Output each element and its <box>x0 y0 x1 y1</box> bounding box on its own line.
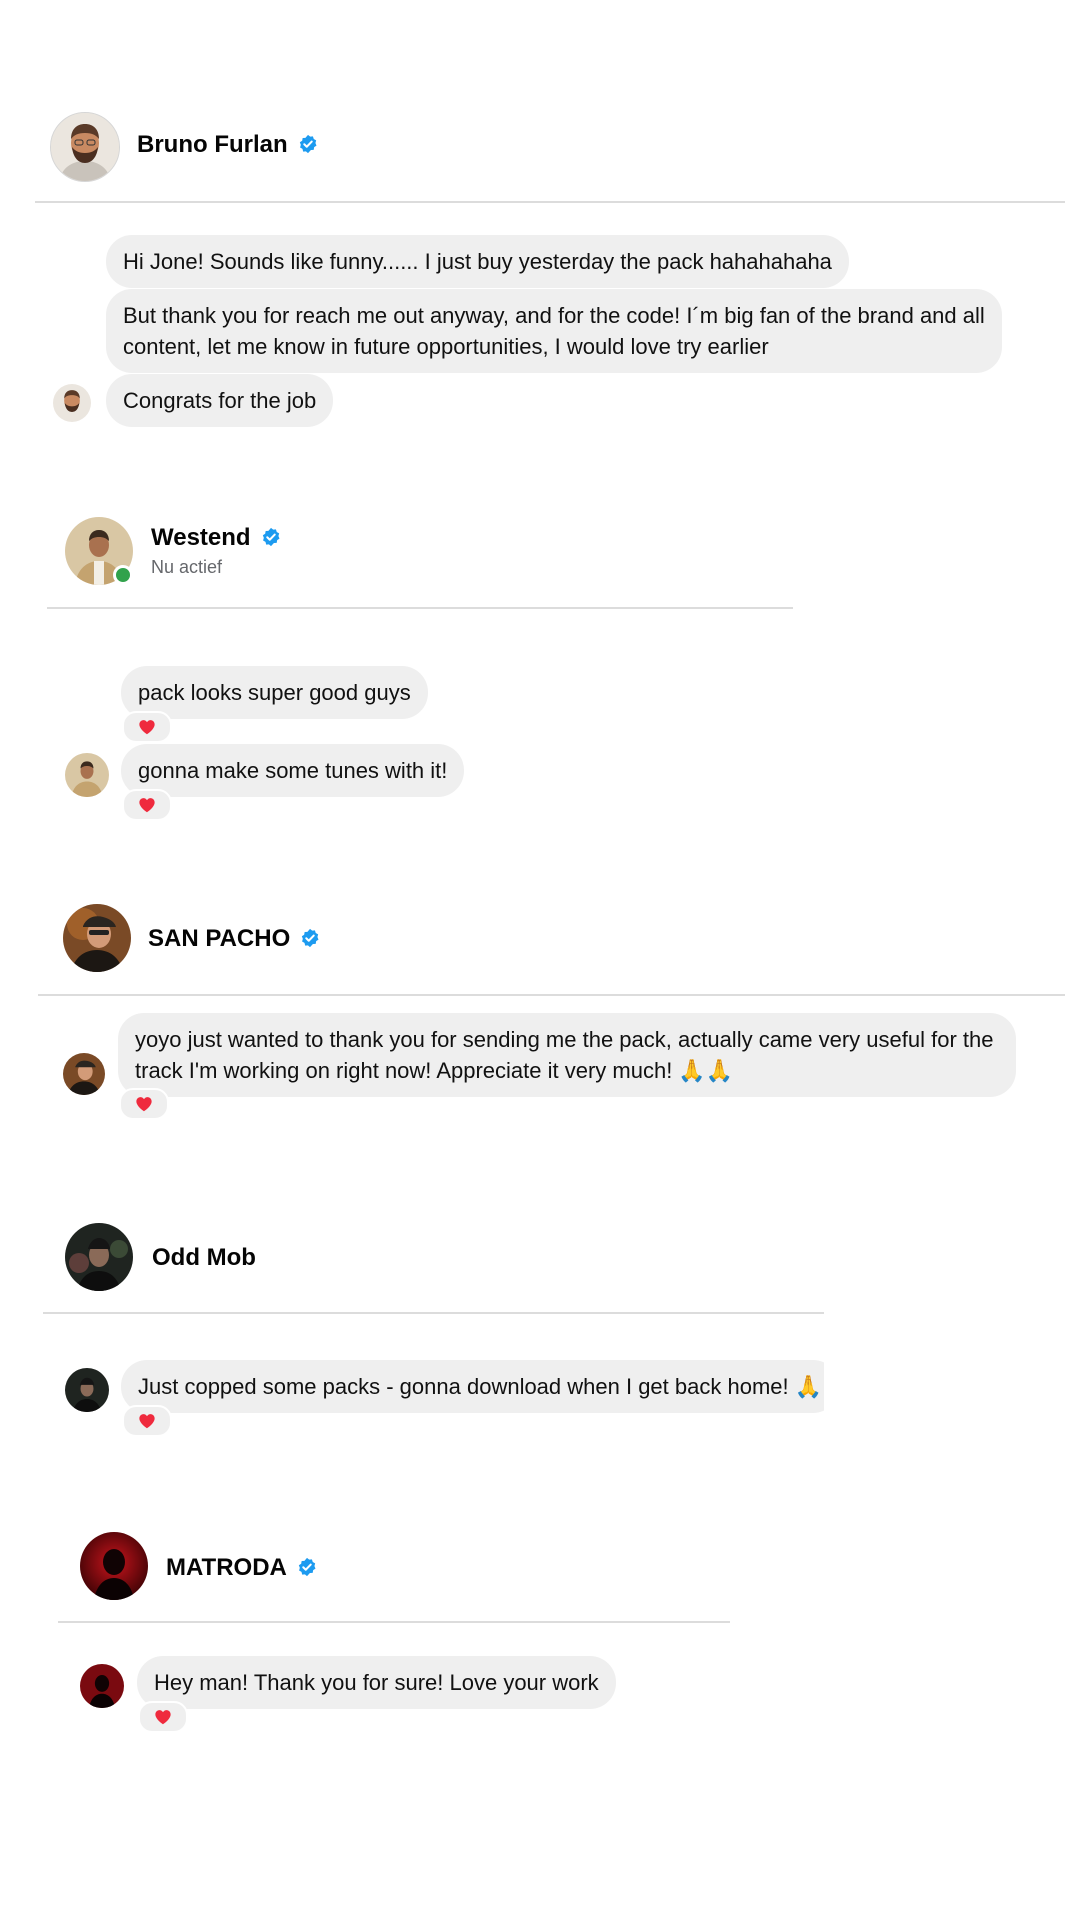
avatar-matroda[interactable] <box>80 1532 148 1600</box>
message-bubble[interactable]: yoyo just wanted to thank you for sendin… <box>118 1013 1016 1097</box>
heart-reaction[interactable] <box>122 711 172 743</box>
message-bubble[interactable]: But thank you for reach me out anyway, a… <box>106 289 1002 373</box>
message-bubble[interactable]: Congrats for the job <box>106 374 334 427</box>
avatar-san-pacho[interactable] <box>63 904 131 972</box>
contact-name[interactable]: SAN PACHO <box>148 924 320 954</box>
avatar-small-bruno-furlan <box>53 384 91 422</box>
message-bubble[interactable]: pack looks super good guys <box>121 666 428 719</box>
online-status-dot <box>113 565 133 585</box>
verified-badge-icon <box>300 928 320 948</box>
message-bubble[interactable]: Hey man! Thank you for sure! Love your w… <box>137 1656 616 1709</box>
verified-badge-icon <box>298 134 318 154</box>
message-clip: Just copped some packs - gonna download … <box>121 1360 824 1414</box>
header-divider <box>35 201 1065 203</box>
heart-icon <box>135 1096 153 1112</box>
contact-name[interactable]: Bruno Furlan <box>137 130 318 160</box>
avatar-bruno-furlan[interactable] <box>50 112 120 182</box>
verified-badge-icon <box>297 1557 317 1577</box>
heart-reaction[interactable] <box>122 789 172 821</box>
heart-icon <box>138 797 156 813</box>
avatar-small-westend <box>65 753 109 797</box>
message-bubble[interactable]: gonna make some tunes with it! <box>121 744 465 797</box>
message-bubble[interactable]: Just copped some packs - gonna download … <box>121 1360 824 1413</box>
contact-name[interactable]: Westend <box>151 523 281 553</box>
contact-name[interactable]: Odd Mob <box>152 1243 256 1273</box>
heart-reaction[interactable] <box>119 1088 169 1120</box>
verified-badge-icon <box>261 527 281 547</box>
heart-reaction[interactable] <box>122 1405 172 1437</box>
avatar-small-matroda <box>80 1664 124 1708</box>
avatar-small-odd-mob <box>65 1368 109 1412</box>
header-divider <box>43 1312 824 1314</box>
heart-icon <box>138 719 156 735</box>
heart-reaction[interactable] <box>138 1701 188 1733</box>
contact-name[interactable]: MATRODA <box>166 1553 317 1583</box>
active-status: Nu actief <box>151 557 223 577</box>
header-divider <box>58 1621 730 1623</box>
heart-icon <box>154 1709 172 1725</box>
message-bubble[interactable]: Hi Jone! Sounds like funny...... I just … <box>106 235 849 288</box>
avatar-small-san-pacho <box>63 1053 105 1095</box>
header-divider <box>47 607 793 609</box>
avatar-odd-mob[interactable] <box>65 1223 133 1291</box>
header-divider <box>38 994 1065 996</box>
heart-icon <box>138 1413 156 1429</box>
